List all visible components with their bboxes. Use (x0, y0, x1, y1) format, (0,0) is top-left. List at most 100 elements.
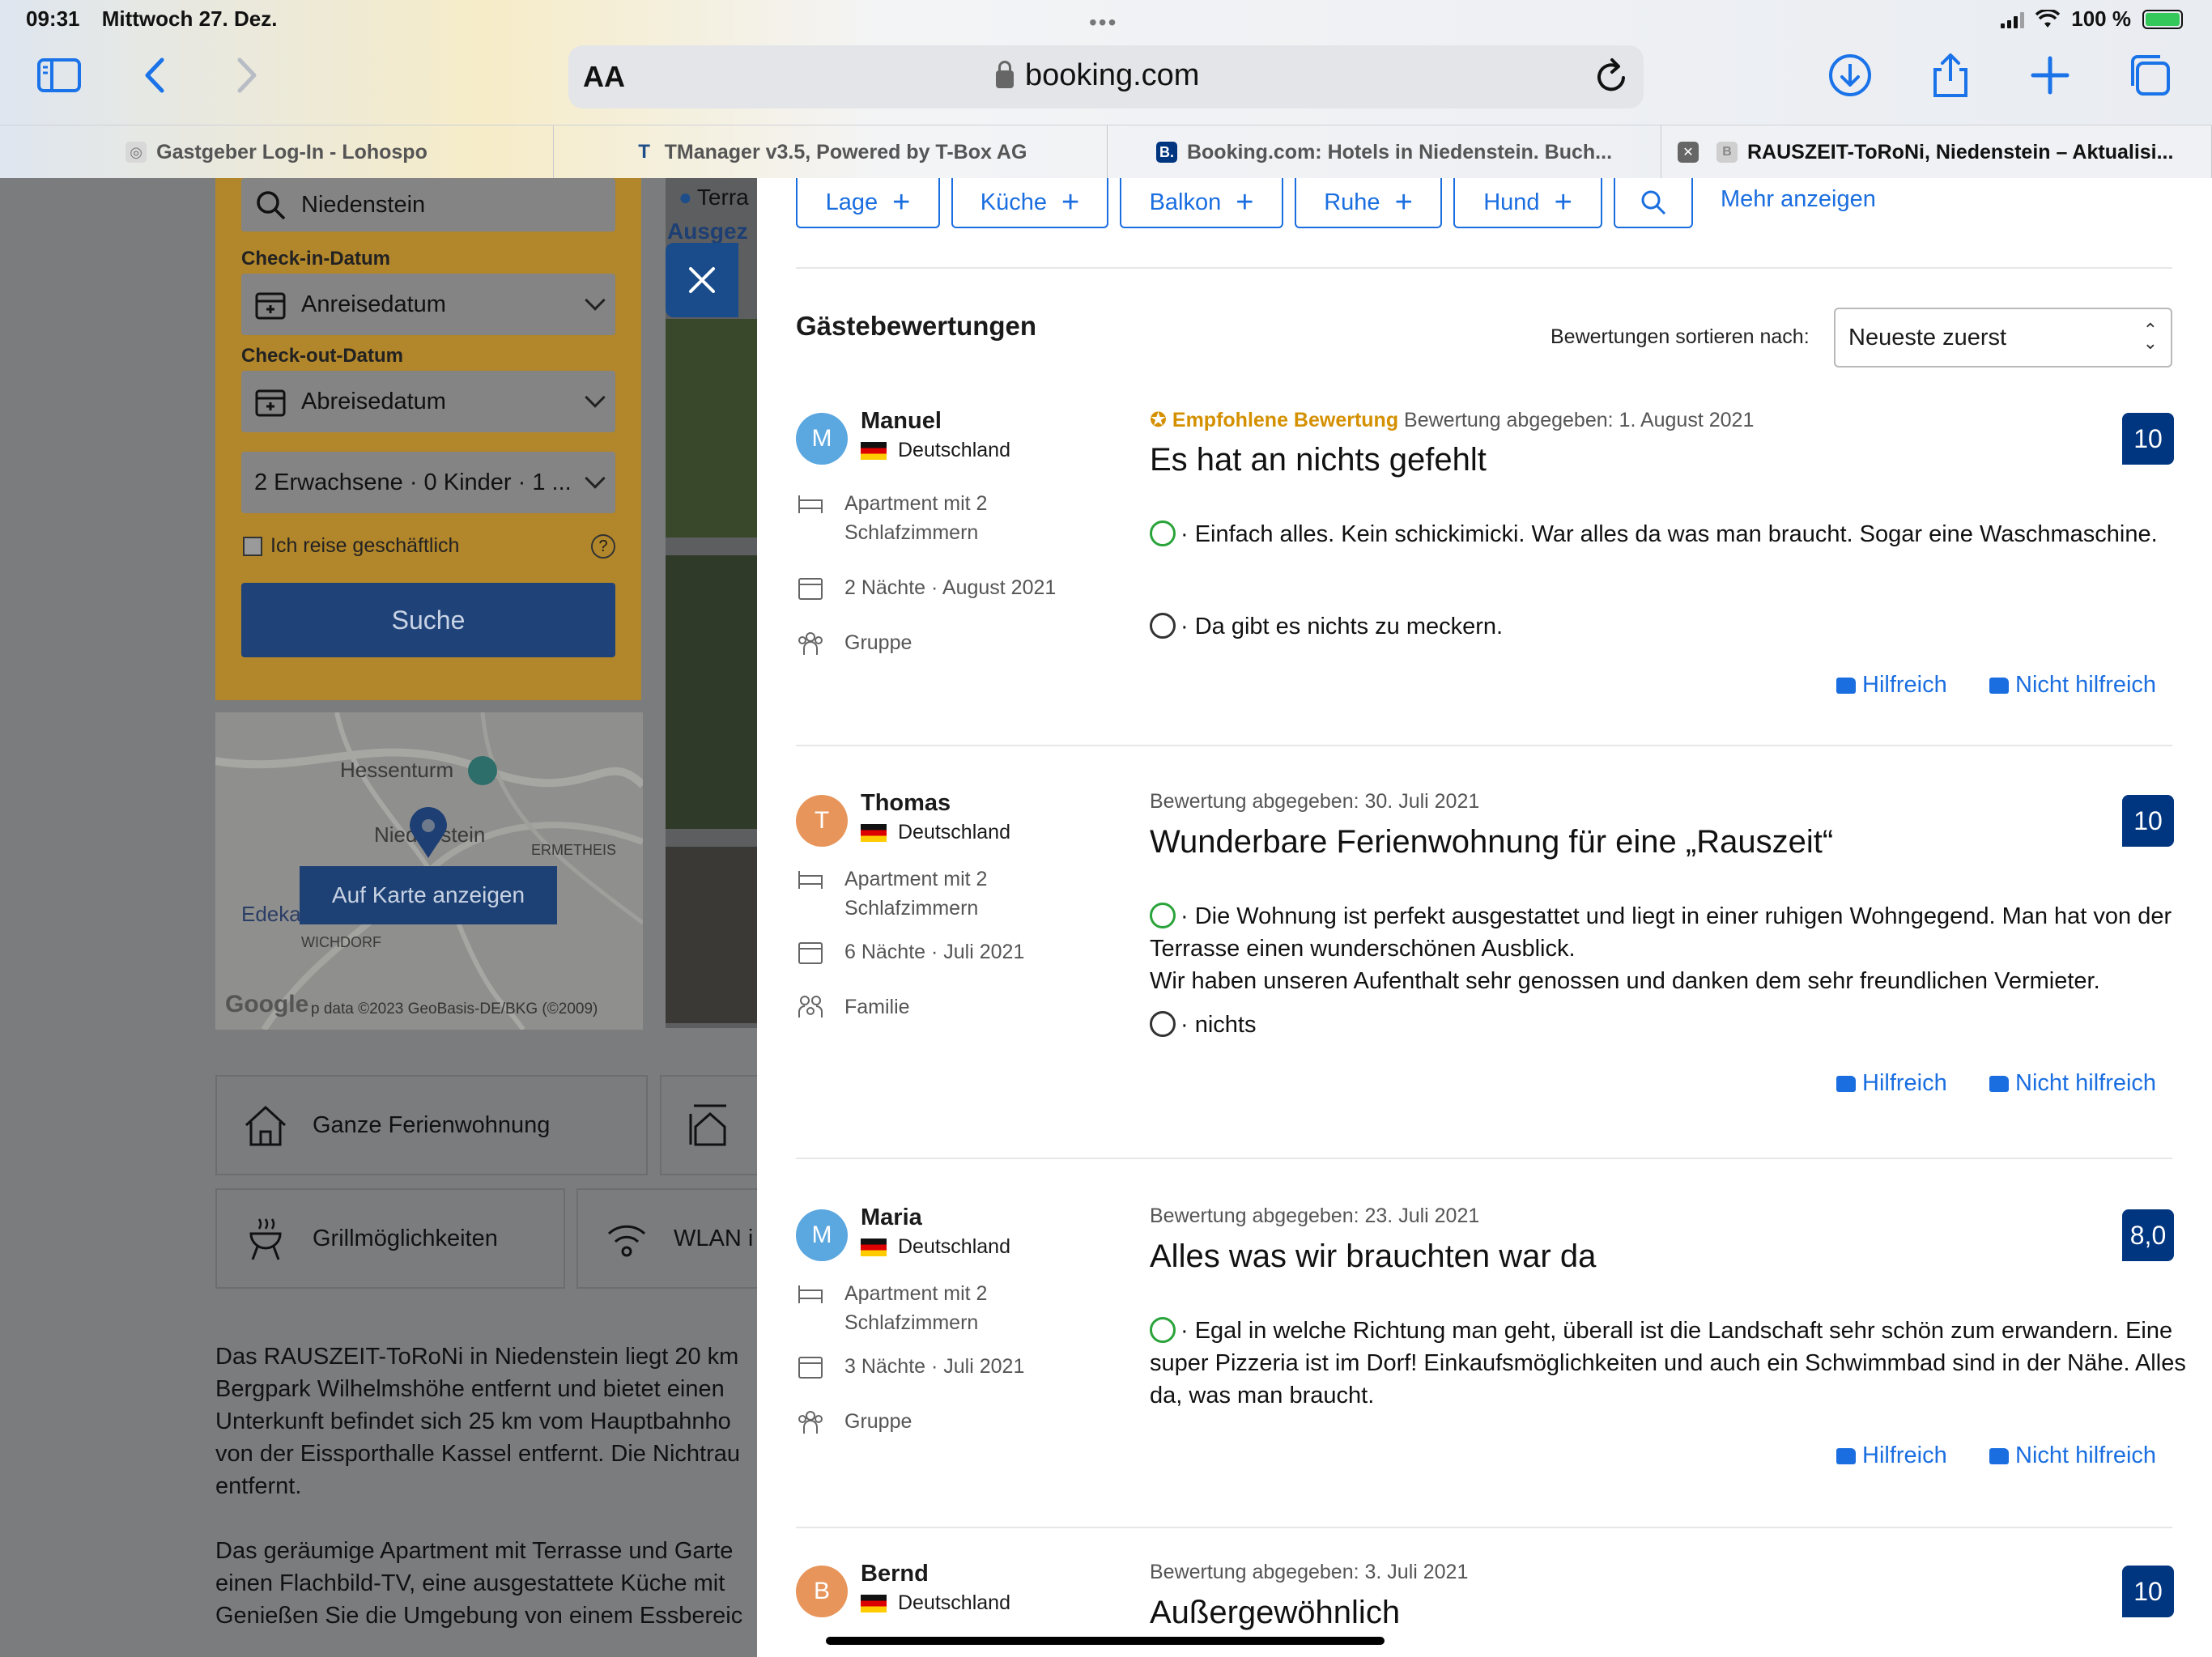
helpful-button[interactable]: Hilfreich (1836, 1070, 1947, 1097)
cellular-signal-icon (2001, 11, 2025, 28)
map-label-wichdorf: WICHDORF (301, 934, 381, 950)
show-on-map-button[interactable]: Auf Karte anzeigen (300, 866, 557, 924)
forward-icon[interactable] (217, 47, 274, 104)
property-photo[interactable] (666, 319, 757, 537)
help-icon[interactable]: ? (591, 534, 615, 559)
status-indicators: 100 % (2001, 6, 2183, 32)
review-date: ✪ Empfohlene Bewertung Bewertung abgegeb… (1150, 409, 1755, 431)
reviewer-name: Thomas (861, 790, 951, 816)
tab-bar: ◎ Gastgeber Log-In - Lohospo T TManager … (0, 125, 2212, 179)
traveler-type: Familie (796, 992, 910, 1022)
property-photo[interactable] (666, 555, 757, 829)
location-label: ● Terra (678, 185, 749, 210)
helpful-button[interactable]: Hilfreich (1836, 1442, 1947, 1469)
checkout-field[interactable]: Abreisedatum (241, 371, 615, 432)
rating-label: Ausgez (667, 219, 748, 244)
filter-chip-kueche[interactable]: Küche + (951, 178, 1108, 228)
feature-entire-apartment: Ganze Ferienwohnung (215, 1075, 648, 1175)
property-photo[interactable] (666, 847, 757, 1023)
tab-lohospo[interactable]: ◎ Gastgeber Log-In - Lohospo (0, 125, 554, 179)
avatar: T (796, 795, 848, 847)
bed-icon (796, 489, 825, 518)
tab-tmanager[interactable]: T TManager v3.5, Powered by T-Box AG (554, 125, 1108, 179)
review-title: Es hat an nichts gefehlt (1150, 442, 1487, 478)
stay-duration: 6 Nächte · Juli 2021 (796, 937, 1024, 967)
tab-overview-icon[interactable] (2121, 47, 2178, 104)
lock-icon (996, 60, 1014, 88)
reviewer-country: Deutschland (861, 1235, 1010, 1259)
house-icon (245, 1105, 287, 1146)
review-score: 10 (2122, 413, 2174, 465)
close-icon (689, 267, 715, 293)
bed-icon (796, 865, 825, 894)
divider (796, 267, 2172, 269)
avatar: M (796, 1209, 848, 1261)
new-tab-icon[interactable] (2022, 47, 2078, 104)
battery-icon (2142, 9, 2183, 29)
multitasking-dots-icon[interactable]: ••• (1089, 10, 1117, 36)
tbox-icon: T (638, 141, 650, 163)
thumbs-up-icon (1836, 1075, 1856, 1092)
search-button[interactable]: Suche (241, 583, 615, 657)
checkin-field[interactable]: Anreisedatum (241, 274, 615, 335)
map-label-hessenturm: Hessenturm (340, 758, 454, 782)
filter-chip-ruhe[interactable]: Ruhe + (1295, 178, 1442, 228)
room-type: Apartment mit 2 Schlafzimmern (796, 865, 987, 923)
business-checkbox[interactable] (243, 536, 262, 556)
sidebar-toggle-icon[interactable] (31, 47, 87, 104)
filter-search-button[interactable] (1614, 178, 1693, 228)
lohospo-icon: ◎ (125, 142, 147, 163)
share-icon[interactable] (1922, 47, 1979, 104)
germany-flag-icon (861, 1238, 887, 1256)
status-time: 09:31 (26, 6, 80, 31)
url-text: booking.com (1025, 58, 1200, 92)
url-field[interactable]: booking.com (996, 58, 1199, 93)
room-type: Apartment mit 2 Schlafzimmern (796, 1279, 987, 1337)
text-size-button[interactable]: AA (583, 60, 625, 94)
guests-field[interactable]: 2 Erwachsene · 0 Kinder · 1 ... (241, 452, 615, 513)
reviews-panel: Lage + Küche + Balkon + Ruhe + Hund + Mehr an… (757, 178, 2212, 1657)
map-pin-icon (410, 807, 447, 858)
plus-icon: + (892, 185, 911, 219)
download-icon[interactable] (1822, 47, 1878, 104)
review-date: Bewertung abgegeben: 3. Juli 2021 (1150, 1561, 1469, 1583)
close-reviews-button[interactable] (666, 243, 738, 317)
filter-chip-lage[interactable]: Lage + (796, 178, 940, 228)
smiley-sad-icon (1150, 613, 1176, 639)
smiley-happy-icon (1150, 903, 1176, 928)
tab-booking-search[interactable]: B. Booking.com: Hotels in Niedenstein. B… (1108, 125, 1661, 179)
filter-chip-hund[interactable]: Hund + (1453, 178, 1602, 228)
close-tab-icon[interactable]: ✕ (1678, 142, 1699, 163)
destination-input[interactable]: Niedenstein (241, 178, 615, 232)
booking-icon: B. (1155, 142, 1177, 163)
chevron-down-icon (585, 387, 606, 408)
map-preview[interactable]: Hessenturm Niedenstein ERMETHEIS Edeka W… (215, 712, 643, 1030)
home-indicator[interactable] (826, 1637, 1385, 1645)
sort-label: Bewertungen sortieren nach: (1551, 325, 1810, 348)
back-icon[interactable] (128, 47, 185, 104)
traveler-type: Gruppe (796, 628, 912, 657)
smiley-happy-icon (1150, 520, 1176, 546)
not-helpful-button[interactable]: Nicht hilfreich (1989, 672, 2156, 699)
tab-label: RAUSZEIT-ToRoNi, Niedenstein – Aktualisi… (1747, 140, 2174, 164)
reload-icon[interactable] (1583, 49, 1640, 105)
plus-icon: + (1061, 185, 1080, 219)
reviewer-country: Deutschland (861, 1591, 1010, 1615)
calendar-icon (796, 573, 825, 602)
tab-rauszeit[interactable]: ✕ B RAUSZEIT-ToRoNi, Niedenstein – Aktua… (1661, 125, 2212, 179)
helpful-button[interactable]: Hilfreich (1836, 672, 1947, 699)
sort-select[interactable]: Neueste zuerst ⌃ ⌄ (1834, 308, 2172, 368)
not-helpful-button[interactable]: Nicht hilfreich (1989, 1070, 2156, 1097)
search-panel: Niedenstein Check-in-Datum Anreisedatum … (215, 178, 641, 700)
review-negative: · Da gibt es nichts zu meckern. (1150, 610, 2194, 643)
not-helpful-button[interactable]: Nicht hilfreich (1989, 1442, 2156, 1469)
thumbs-down-icon (1989, 1447, 2009, 1464)
tab-label: Gastgeber Log-In - Lohospo (156, 140, 428, 164)
calendar-icon (255, 389, 286, 417)
germany-flag-icon (861, 823, 887, 842)
filter-chip-balkon[interactable]: Balkon + (1120, 178, 1283, 228)
show-more-filters-link[interactable]: Mehr anzeigen (1721, 186, 1876, 213)
recommended-badge: Empfohlene Bewertung (1172, 409, 1399, 431)
feature-bbq: Grillmöglichkeiten (215, 1188, 565, 1289)
reviewer-name: Maria (861, 1205, 922, 1230)
